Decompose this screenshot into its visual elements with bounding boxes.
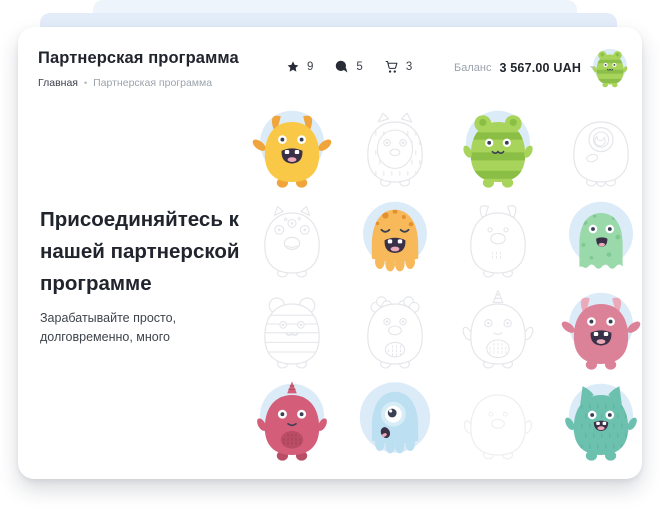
sketch-cyclops-monster xyxy=(561,107,641,193)
header-stats: 9 5 3 xyxy=(286,59,412,74)
orange-octopus-monster xyxy=(355,198,435,284)
page-title: Партнерская программа xyxy=(38,49,239,68)
sketch-horned-goat-monster xyxy=(458,198,538,284)
balance-label: Баланс xyxy=(454,62,491,74)
chat-icon xyxy=(334,59,349,74)
cart-count: 3 xyxy=(406,61,412,73)
sketch-round-monster xyxy=(458,380,538,466)
sketch-striped-bear-monster xyxy=(252,289,332,375)
yellow-horned-monster xyxy=(252,107,332,193)
main-card: Партнерская программа Главная • Партнерс… xyxy=(18,27,642,479)
messages-stat[interactable]: 5 xyxy=(334,59,362,74)
green-striped-bear-monster xyxy=(458,107,538,193)
favorites-count: 9 xyxy=(307,61,313,73)
page: Партнерская программа Главная • Партнерс… xyxy=(0,0,660,523)
breadcrumb: Главная • Партнерская программа xyxy=(38,77,212,89)
messages-count: 5 xyxy=(356,61,362,73)
cart-stat[interactable]: 3 xyxy=(384,59,412,74)
favorites-stat[interactable]: 9 xyxy=(286,60,313,74)
breadcrumb-home-link[interactable]: Главная xyxy=(38,77,78,89)
sketch-hedgehog-monster xyxy=(355,107,435,193)
balance-amount: 3 567.00 UAH xyxy=(499,61,581,75)
green-ghost-monster xyxy=(561,198,641,284)
monster-grid xyxy=(252,107,641,466)
sketch-unicorn-monster xyxy=(458,289,538,375)
hero-block: Присоединяйтесь к нашей партнерской прог… xyxy=(40,204,266,347)
cart-icon xyxy=(384,59,399,74)
sketch-shaggy-monster xyxy=(355,289,435,375)
hero-heading: Присоединяйтесь к нашей партнерской прог… xyxy=(40,204,266,299)
sketch-three-eyed-monster xyxy=(252,198,332,284)
teal-furry-monster xyxy=(561,380,641,466)
balance-selector[interactable]: Баланс 3 567.00 UAH xyxy=(454,61,598,75)
red-unicorn-monster xyxy=(252,380,332,466)
blue-cyclops-octopus-monster xyxy=(355,380,435,466)
hero-subheading: Зарабатывайте просто, долговременно, мно… xyxy=(40,309,266,347)
user-avatar[interactable] xyxy=(590,47,630,90)
pink-horned-monster xyxy=(561,289,641,375)
star-icon xyxy=(286,60,300,74)
breadcrumb-separator-icon: • xyxy=(84,78,87,88)
breadcrumb-current: Партнерская программа xyxy=(93,77,212,89)
